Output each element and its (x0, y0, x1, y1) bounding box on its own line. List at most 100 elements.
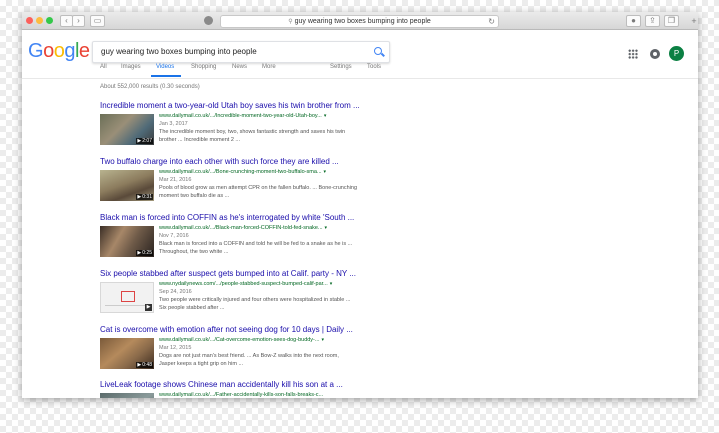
search-result: Cat is overcome with emotion after not s… (100, 325, 400, 369)
result-url-text: www.dailymail.co.uk/.../Incredible-momen… (159, 113, 322, 119)
video-duration: 0:31 (136, 194, 153, 200)
video-thumbnail[interactable]: 0:25 (100, 226, 154, 257)
result-snippet: The incredible moment boy, two, shows fa… (159, 129, 346, 135)
dropdown-arrow-icon[interactable]: ▾ (324, 113, 327, 119)
result-title-link[interactable]: Six people stabbed after suspect gets bu… (100, 269, 400, 279)
result-date: Mar 12, 2015 (159, 345, 192, 351)
result-url-text: www.dailymail.co.uk/.../Black-man-forced… (159, 225, 323, 231)
video-thumbnail[interactable]: 0:31 (100, 170, 154, 201)
result-snippet: moment two buffalo die as ... (159, 193, 230, 199)
result-date: Mar 21, 2016 (159, 177, 192, 183)
result-snippet: Black man is forced into a COFFIN and to… (159, 241, 353, 247)
tabs-overview-button[interactable]: ❐ (664, 15, 679, 27)
result-url[interactable]: www.dailymail.co.uk/.../Cat-overcome-emo… (159, 336, 399, 344)
result-url-text: www.dailymail.co.uk/.../Cat-overcome-emo… (159, 337, 320, 343)
share-button[interactable]: ⇪ (645, 15, 660, 27)
active-tab-indicator (151, 75, 181, 77)
tab-news[interactable]: News (232, 64, 247, 70)
logo-letter: o (53, 40, 65, 62)
plus-icon: + (691, 16, 697, 26)
avatar[interactable]: P (669, 46, 684, 61)
tab-settings[interactable]: Settings (330, 64, 352, 70)
result-title-link[interactable]: Two buffalo charge into each other with … (100, 157, 400, 167)
share-icon: ⇪ (649, 16, 656, 25)
result-title-link[interactable]: LiveLeak footage shows Chinese man accid… (100, 380, 400, 390)
result-url[interactable]: www.dailymail.co.uk/.../Black-man-forced… (159, 224, 399, 232)
search-query: guy wearing two boxes bumping into peopl… (101, 47, 257, 56)
search-result: Two buffalo charge into each other with … (100, 157, 400, 201)
search-tabs: All Images Videos Shopping News More Set… (22, 60, 698, 79)
new-tab-button[interactable]: + (689, 16, 698, 27)
play-icon: ▶ (145, 304, 152, 311)
dropdown-arrow-icon[interactable]: ▾ (325, 225, 328, 231)
result-url[interactable]: www.dailymail.co.uk/.../Father-accidenta… (159, 391, 399, 398)
apps-grid-icon[interactable] (628, 49, 638, 59)
address-bar[interactable]: ⚲ guy wearing two boxes bumping into peop… (220, 15, 499, 28)
result-snippet: Jasper keeps a tight grip on him ... (159, 361, 244, 367)
search-result: Incredible moment a two-year-old Utah bo… (100, 101, 400, 145)
minimize-window-button[interactable] (36, 17, 43, 24)
reload-icon[interactable]: ↻ (488, 16, 495, 27)
video-duration: 0:48 (136, 362, 153, 368)
search-icon[interactable] (374, 47, 382, 55)
tab-tools[interactable]: Tools (367, 64, 381, 70)
logo-letter: g (64, 40, 75, 62)
address-text: guy wearing two boxes bumping into peopl… (294, 18, 431, 25)
video-thumbnail[interactable] (100, 393, 154, 398)
search-result: LiveLeak footage shows Chinese man accid… (100, 380, 400, 398)
result-date: Jan 3, 2017 (159, 121, 188, 127)
result-title-link[interactable]: Cat is overcome with emotion after not s… (100, 325, 400, 335)
result-snippet: Dogs are not just man's best friend. ...… (159, 353, 339, 359)
video-thumbnail[interactable]: 0:48 (100, 338, 154, 369)
result-snippet: Two people were critically injured and f… (159, 297, 351, 303)
video-thumbnail[interactable]: 2:07 (100, 114, 154, 145)
result-url-text: www.nydailynews.com/.../people-stabbed-s… (159, 281, 328, 287)
tabs-icon: ❐ (667, 16, 676, 25)
zoom-window-button[interactable] (46, 17, 53, 24)
close-window-button[interactable] (26, 17, 33, 24)
result-url[interactable]: www.dailymail.co.uk/.../Bone-crunching-m… (159, 168, 399, 176)
download-icon: ● (631, 16, 636, 25)
search-icon: ⚲ (288, 19, 293, 25)
dropdown-arrow-icon[interactable]: ▾ (330, 281, 333, 287)
result-date: Nov 7, 2016 (159, 233, 189, 239)
sidebar-button[interactable]: ▭ (90, 15, 105, 27)
result-snippet: Six people stabbed after ... (159, 305, 225, 311)
forward-button[interactable]: › (72, 15, 85, 27)
tab-all[interactable]: All (100, 64, 107, 70)
result-url[interactable]: www.nydailynews.com/.../people-stabbed-s… (159, 280, 399, 288)
video-duration: 2:07 (136, 138, 153, 144)
dropdown-arrow-icon[interactable]: ▾ (321, 337, 324, 343)
dropdown-arrow-icon[interactable]: ▾ (324, 169, 327, 175)
browser-window: ‹ › ▭ ⚲ guy wearing two boxes bumping int… (22, 12, 698, 398)
video-thumbnail[interactable]: ▶ (100, 282, 154, 313)
title-bar: ‹ › ▭ ⚲ guy wearing two boxes bumping int… (22, 12, 698, 30)
tab-more[interactable]: More (262, 64, 276, 70)
search-result: Black man is forced into COFFIN as he's … (100, 213, 400, 257)
notifications-icon[interactable] (650, 49, 660, 59)
result-title-link[interactable]: Black man is forced into COFFIN as he's … (100, 213, 400, 223)
result-date: Sep 24, 2016 (159, 289, 192, 295)
logo-letter: G (28, 40, 44, 62)
logo-letter: e (78, 40, 90, 62)
logo-letter: o (43, 40, 54, 62)
tab-images[interactable]: Images (121, 64, 141, 70)
map-marker-box (121, 291, 135, 302)
search-result: Six people stabbed after suspect gets bu… (100, 269, 400, 313)
tab-shopping[interactable]: Shopping (191, 64, 216, 70)
result-title-link[interactable]: Incredible moment a two-year-old Utah bo… (100, 101, 400, 111)
results-count: About 552,000 results (0.30 seconds) (100, 84, 200, 90)
result-url-text: www.dailymail.co.uk/.../Father-accidenta… (159, 392, 324, 398)
sidebar-icon: ▭ (93, 16, 102, 25)
chevron-left-icon: ‹ (65, 16, 68, 25)
video-duration: 0:25 (136, 250, 153, 256)
result-snippet: brother ... Incredible moment 2 ... (159, 137, 241, 143)
downloads-button[interactable]: ● (626, 15, 641, 27)
tab-videos[interactable]: Videos (156, 64, 174, 70)
map-line (105, 305, 149, 306)
chevron-right-icon: › (77, 16, 80, 25)
result-snippet: Pools of blood grow as men attempt CPR o… (159, 185, 358, 191)
result-url[interactable]: www.dailymail.co.uk/.../Incredible-momen… (159, 112, 399, 120)
shield-icon[interactable] (204, 16, 213, 25)
result-snippet: Throughout, the two white ... (159, 249, 229, 255)
